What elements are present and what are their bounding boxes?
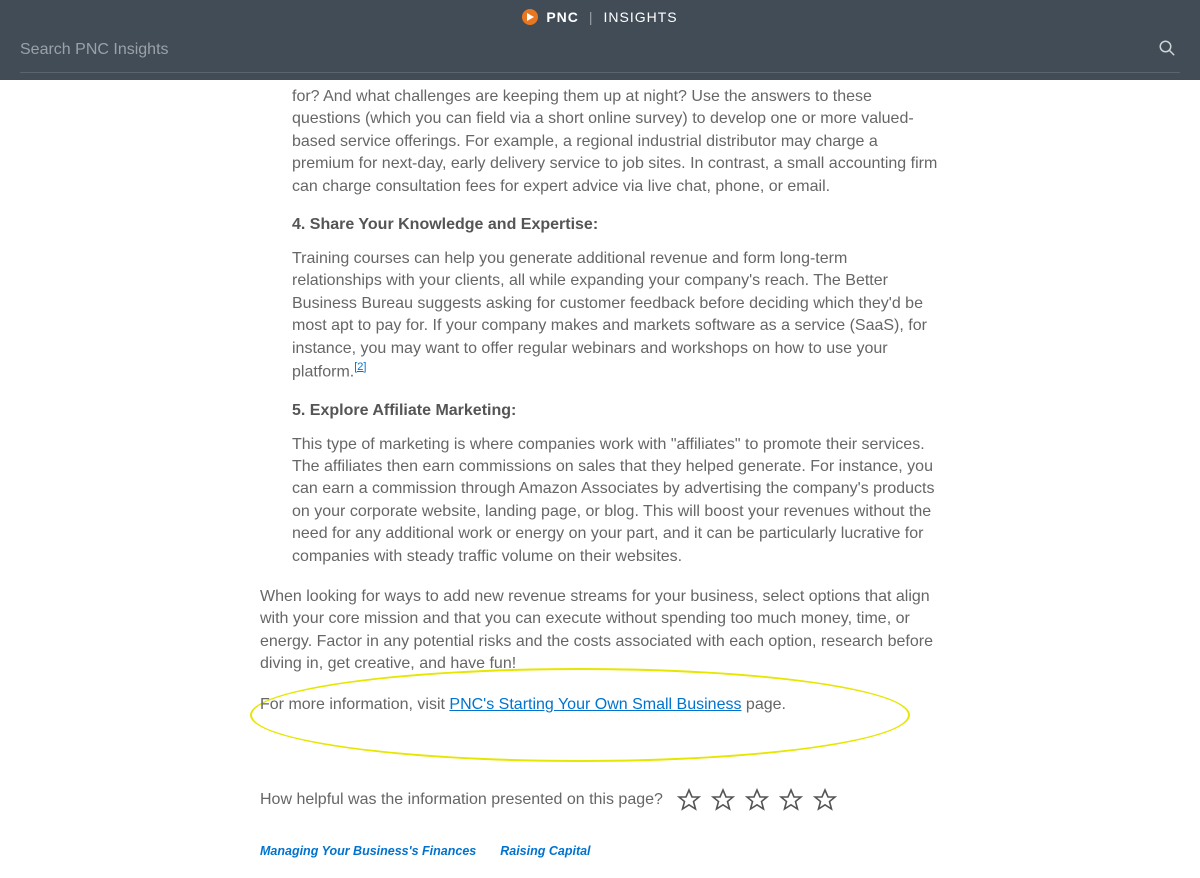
section-4-heading: 4. Share Your Knowledge and Expertise: <box>292 216 940 234</box>
article-body: for? And what challenges are keeping the… <box>260 80 940 858</box>
star-3[interactable] <box>745 788 769 812</box>
brand-name: PNC <box>546 9 579 25</box>
search-underline <box>20 72 1180 73</box>
section-4-text: Training courses can help you generate a… <box>292 250 927 380</box>
brand-logo[interactable]: PNC | INSIGHTS <box>522 9 677 25</box>
header-logo-row: PNC | INSIGHTS <box>0 0 1200 28</box>
search-icon[interactable] <box>1158 39 1180 62</box>
tag-raising-capital[interactable]: Raising Capital <box>500 844 590 858</box>
intro-fragment: for? And what challenges are keeping the… <box>292 86 940 198</box>
tag-managing-finances[interactable]: Managing Your Business's Finances <box>260 844 476 858</box>
footnote-2-link[interactable]: [2] <box>354 361 366 373</box>
star-1[interactable] <box>677 788 701 812</box>
brand-sub: INSIGHTS <box>604 9 678 25</box>
section-5-body: This type of marketing is where companie… <box>292 434 940 568</box>
star-4[interactable] <box>779 788 803 812</box>
article-tags: Managing Your Business's Finances Raisin… <box>260 844 940 858</box>
rating-row: How helpful was the information presente… <box>260 788 940 812</box>
star-2[interactable] <box>711 788 735 812</box>
cta-link[interactable]: PNC's Starting Your Own Small Business <box>449 696 741 713</box>
cta-paragraph: For more information, visit PNC's Starti… <box>260 694 940 716</box>
star-5[interactable] <box>813 788 837 812</box>
search-row <box>0 28 1200 72</box>
rating-question: How helpful was the information presente… <box>260 791 663 809</box>
closing-paragraph: When looking for ways to add new revenue… <box>260 586 940 676</box>
section-5-heading: 5. Explore Affiliate Marketing: <box>292 402 940 420</box>
cta-suffix: page. <box>741 696 785 713</box>
cta-prefix: For more information, visit <box>260 696 449 713</box>
site-header: PNC | INSIGHTS <box>0 0 1200 80</box>
triangle-icon <box>522 9 538 25</box>
section-4-body: Training courses can help you generate a… <box>292 248 940 384</box>
search-input[interactable] <box>20 35 1158 65</box>
rating-stars <box>677 788 837 812</box>
brand-divider: | <box>589 9 594 25</box>
